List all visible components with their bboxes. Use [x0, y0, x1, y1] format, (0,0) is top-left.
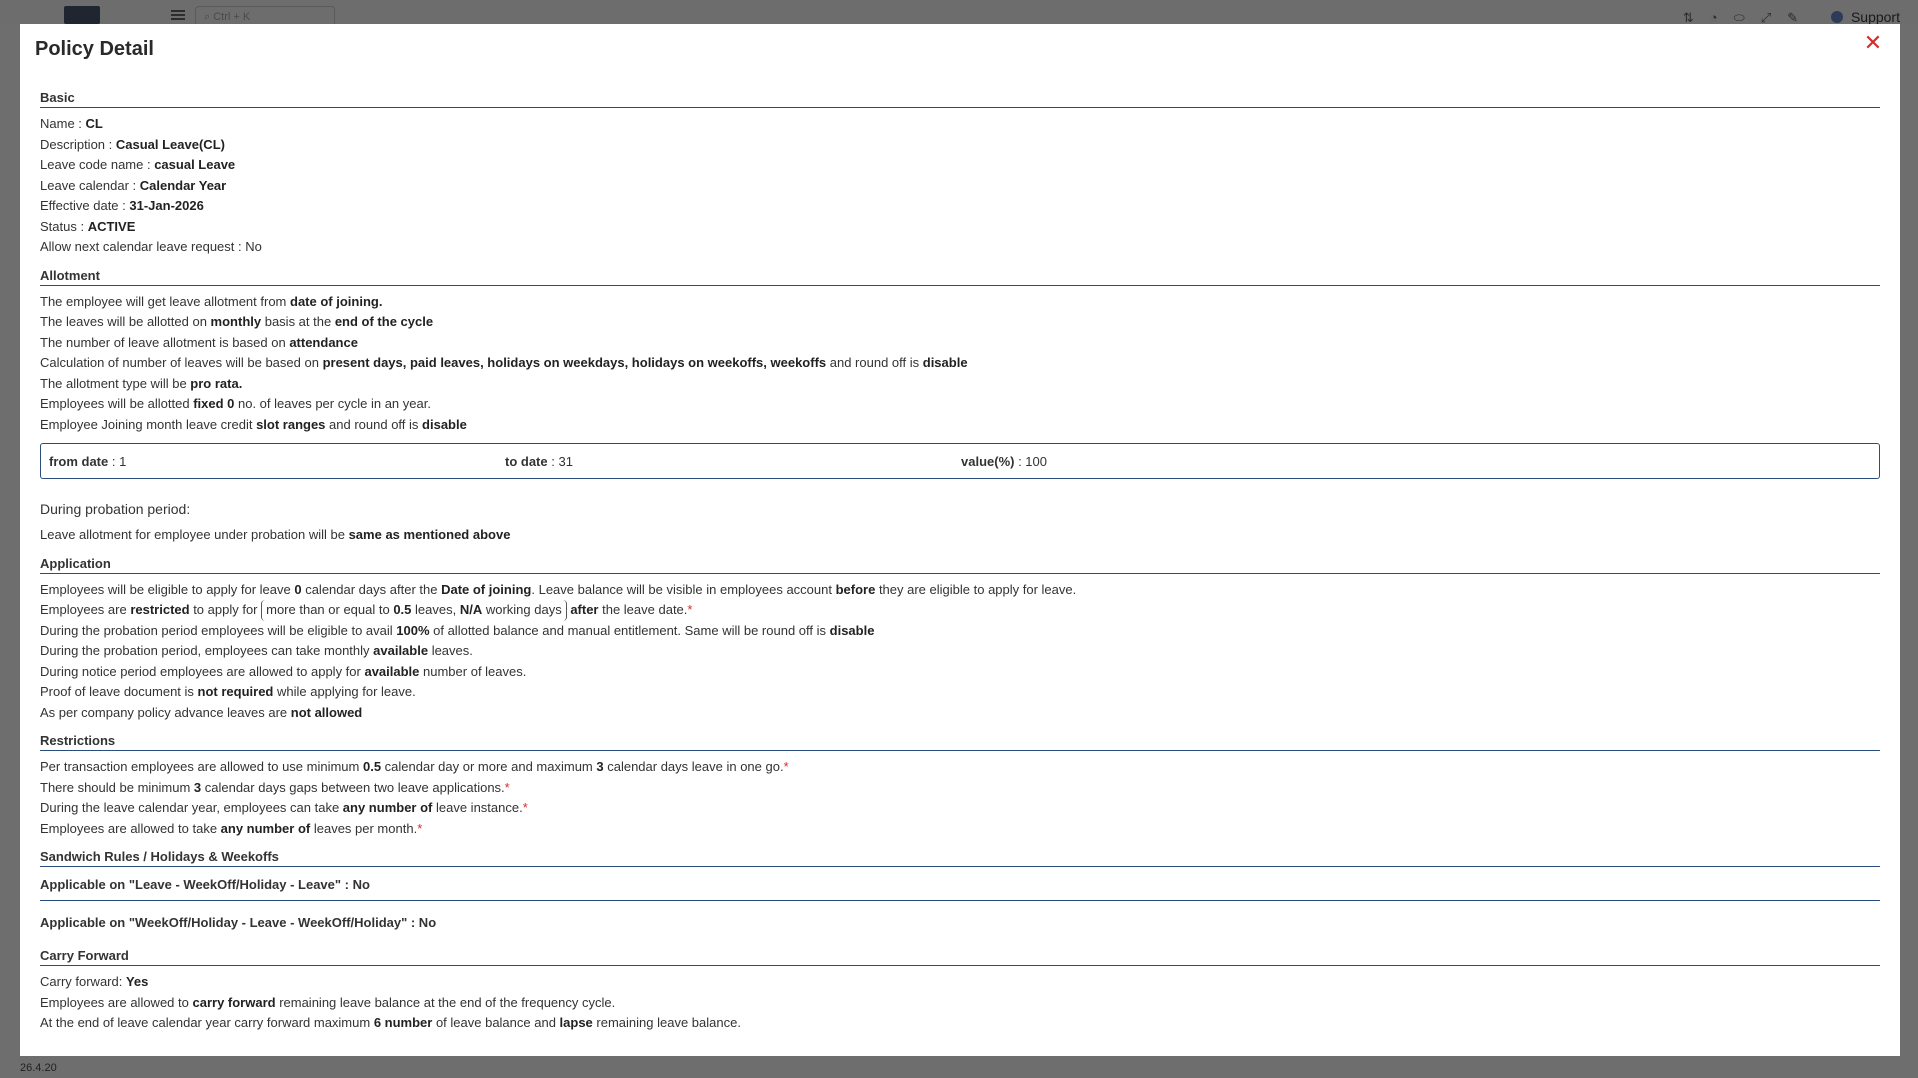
- restrictions-line-1: Per transaction employees are allowed to…: [40, 759, 789, 774]
- restrictions-line-2: There should be minimum 3 calendar days …: [40, 779, 510, 795]
- basic-description: Description : Casual Leave(CL): [40, 136, 225, 152]
- sandwich-rule-2: Applicable on "WeekOff/Holiday - Leave -…: [40, 915, 437, 930]
- application-line-3: During the probation period employees wi…: [40, 622, 875, 638]
- application-line-2: Employees are restricted to apply for mo…: [40, 600, 1880, 621]
- application-line-6: Proof of leave document is not required …: [40, 684, 416, 699]
- sandwich-section: Sandwich Rules / Holidays & Weekoffs App…: [40, 849, 1880, 938]
- section-title-allotment: Allotment: [40, 268, 1880, 286]
- probation-heading: During probation period:: [40, 501, 191, 517]
- allotment-line-1: The employee will get leave allotment fr…: [40, 293, 383, 309]
- application-line-7: As per company policy advance leaves are…: [40, 704, 363, 720]
- carry-forward-line-3: At the end of leave calendar year carry …: [40, 1015, 741, 1030]
- modal-title: Policy Detail: [35, 38, 154, 60]
- allotment-line-2: The leaves will be allotted on monthly b…: [40, 314, 434, 329]
- restrictions-line-3: During the leave calendar year, employee…: [40, 800, 528, 815]
- basic-section: Basic Name : CL Description : Casual Lea…: [40, 90, 1880, 258]
- section-title-application: Application: [40, 556, 1880, 574]
- menu-icon[interactable]: [171, 10, 185, 20]
- support-menu[interactable]: Support: [1830, 9, 1900, 25]
- app-logo: [64, 6, 100, 24]
- basic-effective-date: Effective date : 31-Jan-2026: [40, 198, 204, 213]
- basic-status: Status : ACTIVE: [40, 218, 136, 234]
- allotment-line-3: The number of leave allotment is based o…: [40, 334, 358, 350]
- slot-from-date: from date : 1: [49, 453, 127, 469]
- basic-leave-calendar: Leave calendar : Calendar Year: [40, 177, 227, 193]
- slot-to-date: to date : 31: [505, 453, 573, 469]
- section-title-restrictions: Restrictions: [40, 733, 1880, 751]
- carry-forward-line-2: Employees are allowed to carry forward r…: [40, 994, 616, 1010]
- allotment-section: Allotment The employee will get leave al…: [40, 268, 1880, 546]
- app-topbar: ⌕ Ctrl + K ⇅ ◔ ⬭ ⤢ ✎ Support: [0, 0, 1918, 26]
- policy-detail-modal: Policy Detail ✕ Basic Name : CL Descript…: [20, 24, 1900, 1056]
- allotment-line-5: The allotment type will be pro rata.: [40, 375, 243, 391]
- search-icon: ⌕: [204, 11, 214, 23]
- allotment-line-7: Employee Joining month leave credit slot…: [40, 416, 467, 432]
- restrictions-line-4: Employees are allowed to take any number…: [40, 820, 423, 836]
- carry-forward-section: Carry Forward Carry forward: Yes Employe…: [40, 948, 1880, 1034]
- slot-range-box: from date : 1 to date : 31 value(%) : 10…: [40, 443, 1880, 479]
- allotment-line-6: Employees will be allotted fixed 0 no. o…: [40, 396, 431, 411]
- basic-next-request: Allow next calendar leave request : No: [40, 239, 262, 254]
- support-label: Support: [1850, 9, 1900, 25]
- section-title-basic: Basic: [40, 90, 1880, 108]
- section-title-carry-forward: Carry Forward: [40, 948, 1880, 966]
- slot-value: value(%) : 100: [961, 453, 1047, 469]
- search-placeholder: Ctrl + K: [213, 11, 251, 23]
- application-line-1: Employees will be eligible to apply for …: [40, 581, 1077, 597]
- application-section: Application Employees will be eligible t…: [40, 556, 1880, 724]
- application-line-5: During notice period employees are allow…: [40, 663, 527, 679]
- user-avatar-icon: [1830, 11, 1843, 23]
- restrictions-section: Restrictions Per transaction employees a…: [40, 733, 1880, 839]
- allotment-line-4: Calculation of number of leaves will be …: [40, 355, 968, 370]
- carry-forward-line-1: Carry forward: Yes: [40, 974, 149, 989]
- section-title-sandwich: Sandwich Rules / Holidays & Weekoffs: [40, 849, 1880, 867]
- sandwich-rule-1: Applicable on "Leave - WeekOff/Holiday -…: [40, 873, 1880, 901]
- application-line-4: During the probation period, employees c…: [40, 643, 473, 658]
- policy-content: Basic Name : CL Description : Casual Lea…: [40, 90, 1880, 1044]
- close-icon[interactable]: ✕: [1862, 32, 1884, 54]
- probation-line: Leave allotment for employee under proba…: [40, 527, 511, 542]
- basic-name: Name : CL: [40, 116, 103, 131]
- basic-leave-code: Leave code name : casual Leave: [40, 157, 236, 172]
- restriction-condition: more than or equal to 0.5 leaves, N/A wo…: [261, 600, 567, 621]
- global-search-input[interactable]: ⌕ Ctrl + K: [195, 6, 335, 26]
- app-version: 26.4.20: [20, 1062, 57, 1074]
